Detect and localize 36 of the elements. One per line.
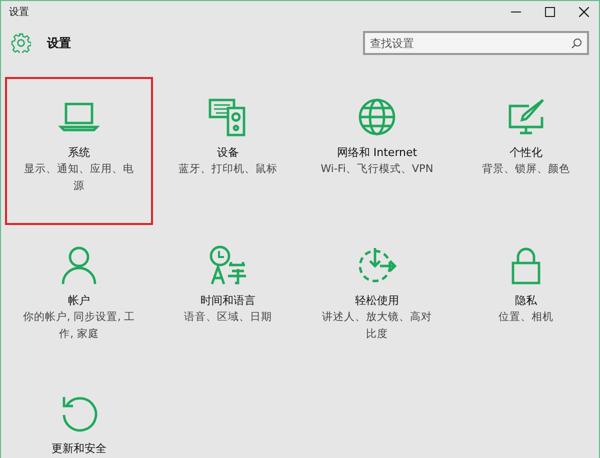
tile-description: 背景、锁屏、颜色 xyxy=(481,162,571,177)
tile-title: 时间和语言 xyxy=(200,293,256,309)
tile-title: 网络和 Internet xyxy=(336,145,418,161)
tile-description: Wi-Fi、飞行模式、VPN xyxy=(320,162,434,177)
settings-tile[interactable]: 网络和 Internet Wi-Fi、飞行模式、VPN xyxy=(303,77,451,225)
tile-description: 显示、通知、应用、电源 xyxy=(23,162,135,194)
settings-tile[interactable]: 时间和语言 语音、区域、日期 xyxy=(154,225,302,373)
settings-tile[interactable]: 更新和安全 xyxy=(5,373,153,458)
settings-tile[interactable]: 个性化 背景、锁屏、颜色 xyxy=(452,77,599,225)
settings-tile[interactable]: 设备 蓝牙、打印机、鼠标 xyxy=(154,77,302,225)
tile-title: 个性化 xyxy=(510,145,542,161)
tile-description: 讲述人、放大镜、高对比度 xyxy=(321,310,433,342)
tile-title: 隐私 xyxy=(515,293,537,309)
tile-description: 语音、区域、日期 xyxy=(183,310,273,325)
tile-title: 更新和安全 xyxy=(52,441,106,457)
settings-tile[interactable]: 帐户 你的帐户, 同步设置, 工作, 家庭 xyxy=(5,225,153,373)
globe-icon xyxy=(356,97,398,137)
settings-tile[interactable]: 隐私 位置、相机 xyxy=(452,225,599,373)
tile-description: 你的帐户, 同步设置, 工作, 家庭 xyxy=(22,310,136,342)
tile-title: 轻松使用 xyxy=(355,293,399,309)
tile-title: 系统 xyxy=(68,145,90,161)
clock-character-icon xyxy=(207,245,249,285)
close-icon[interactable] xyxy=(579,7,589,17)
settings-tile[interactable]: 轻松使用 讲述人、放大镜、高对比度 xyxy=(303,225,451,373)
dashed-clock-icon xyxy=(356,245,398,285)
tile-description: 蓝牙、打印机、鼠标 xyxy=(178,162,278,177)
gear-icon xyxy=(11,33,31,53)
tile-title: 设备 xyxy=(217,145,239,161)
tile-description: 位置、相机 xyxy=(498,310,554,325)
tile-title: 帐户 xyxy=(68,293,90,309)
window-title: 设置 xyxy=(9,6,29,19)
page-title: 设置 xyxy=(47,34,71,52)
maximize-icon[interactable] xyxy=(545,7,555,17)
search-field[interactable]: 查找设置 xyxy=(363,31,589,55)
settings-tile[interactable]: 系统 显示、通知、应用、电源 xyxy=(5,77,153,225)
search-icon[interactable] xyxy=(571,38,582,49)
